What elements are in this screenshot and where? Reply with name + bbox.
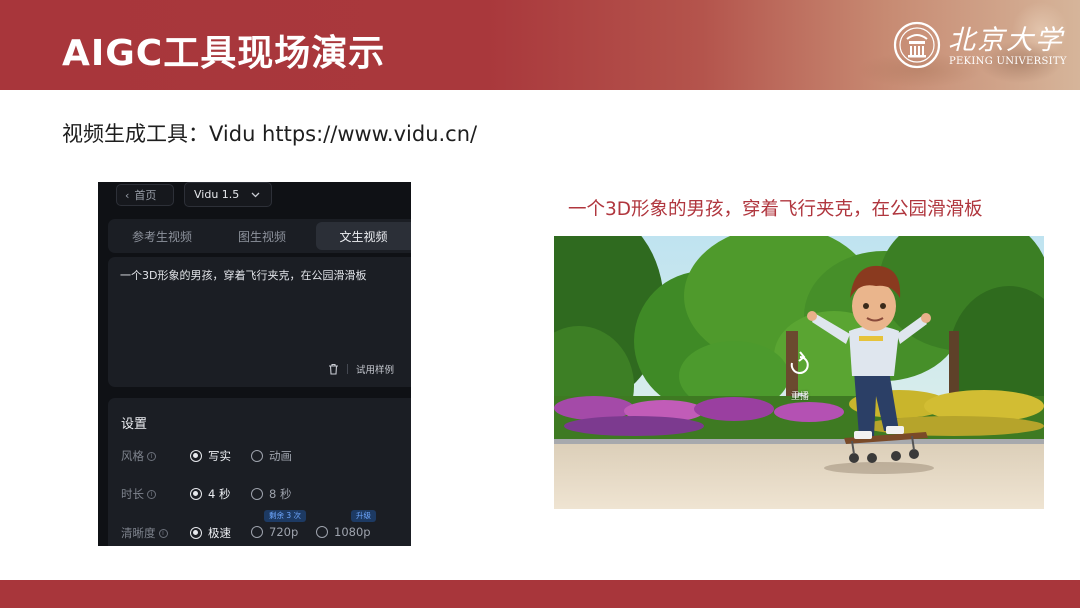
quality-option-720p-label: 720p: [269, 525, 299, 539]
peking-university-emblem-icon: [893, 21, 941, 69]
style-option-realistic-label: 写实: [208, 449, 231, 463]
tool-subtitle: 视频生成工具：Vidu https://www.vidu.cn/: [62, 122, 478, 146]
trash-icon[interactable]: [328, 363, 339, 375]
info-icon[interactable]: i: [147, 451, 156, 461]
chevron-left-icon: ‹: [125, 188, 130, 202]
info-icon[interactable]: i: [158, 528, 168, 538]
tab-text-to-video[interactable]: 文生视频: [316, 222, 411, 250]
info-icon[interactable]: i: [147, 489, 156, 499]
tool-divider: [347, 364, 348, 374]
university-name-english: PEKING UNIVERSITY: [949, 56, 1067, 67]
generation-mode-tabs: 参考生视频 图生视频 文生视频: [108, 219, 411, 253]
quality-setting-row: 清晰度 i 极速 720p 1080p: [108, 523, 411, 543]
quality-option-720p[interactable]: 720p: [251, 525, 298, 539]
university-name-chinese: 北京大学: [948, 25, 1064, 56]
settings-panel: 设置 风格 i 写实 动画 时长 i 4 秒 8 秒 剩余 3 次 升级 清晰度…: [108, 398, 411, 546]
vidu-topbar: ‹ 首页 Vidu 1.5: [98, 182, 411, 210]
settings-title: 设置: [121, 417, 148, 432]
radio-unselected-icon: [251, 488, 263, 500]
radio-selected-icon: [190, 450, 202, 462]
duration-label-group: 时长 i: [121, 486, 156, 502]
model-select-dropdown[interactable]: Vidu 1.5: [184, 182, 272, 207]
generated-video-preview[interactable]: 重播: [554, 236, 1044, 509]
video-frame-illustration: [554, 236, 1044, 509]
upgrade-badge[interactable]: 升级: [351, 510, 376, 522]
radio-unselected-icon: [251, 526, 263, 538]
vidu-interface-panel: ‹ 首页 Vidu 1.5 参考生视频 图生视频 文生视频 一个3D形象的男孩，…: [98, 182, 411, 546]
tab-reference-to-video[interactable]: 参考生视频: [112, 222, 212, 250]
prompt-text-value: 一个3D形象的男孩，穿着飞行夹克，在公园滑滑板: [120, 269, 367, 282]
quality-option-1080p[interactable]: 1080p: [316, 525, 371, 539]
duration-label: 时长: [121, 487, 144, 501]
replay-label[interactable]: 重播: [791, 389, 809, 402]
slide-header: AIGC工具现场演示 北京大学 PEKING UNIVERSITY: [0, 0, 1080, 90]
prompt-tools: 试用样例: [328, 361, 394, 377]
duration-setting-row: 时长 i 4 秒 8 秒: [108, 484, 411, 504]
prompt-textarea[interactable]: 一个3D形象的男孩，穿着飞行夹克，在公园滑滑板 试用样例: [108, 257, 411, 387]
radio-unselected-icon: [251, 450, 263, 462]
radio-unselected-icon: [316, 526, 328, 538]
video-caption: 一个3D形象的男孩，穿着飞行夹克，在公园滑滑板: [568, 199, 983, 220]
tab-image-to-video[interactable]: 图生视频: [212, 222, 312, 250]
quality-option-1080p-label: 1080p: [334, 525, 371, 539]
quality-option-fast-label: 极速: [208, 526, 231, 540]
duration-option-8s[interactable]: 8 秒: [251, 486, 291, 502]
try-sample-button[interactable]: 试用样例: [356, 362, 394, 376]
chevron-down-icon: [251, 192, 260, 197]
home-back-label: 首页: [134, 189, 157, 202]
style-option-animation-label: 动画: [269, 449, 292, 463]
radio-selected-icon: [190, 488, 202, 500]
quality-label: 清晰度: [121, 526, 156, 540]
slide-title: AIGC工具现场演示: [62, 33, 386, 74]
duration-option-4s[interactable]: 4 秒: [190, 486, 230, 502]
style-option-realistic[interactable]: 写实: [190, 448, 231, 464]
duration-option-8s-label: 8 秒: [269, 487, 292, 501]
remaining-count-badge: 剩余 3 次: [264, 510, 307, 522]
quality-label-group: 清晰度 i: [121, 525, 168, 541]
style-label-group: 风格 i: [121, 448, 156, 464]
slide-footer-band: [0, 580, 1080, 608]
radio-selected-icon: [190, 527, 202, 539]
quality-option-fast[interactable]: 极速: [190, 525, 231, 541]
model-select-value: Vidu 1.5: [194, 188, 240, 201]
style-label: 风格: [121, 449, 144, 463]
home-back-button[interactable]: ‹ 首页: [116, 184, 174, 206]
duration-option-4s-label: 4 秒: [208, 487, 231, 501]
style-option-animation[interactable]: 动画: [251, 448, 292, 464]
style-setting-row: 风格 i 写实 动画: [108, 446, 411, 466]
